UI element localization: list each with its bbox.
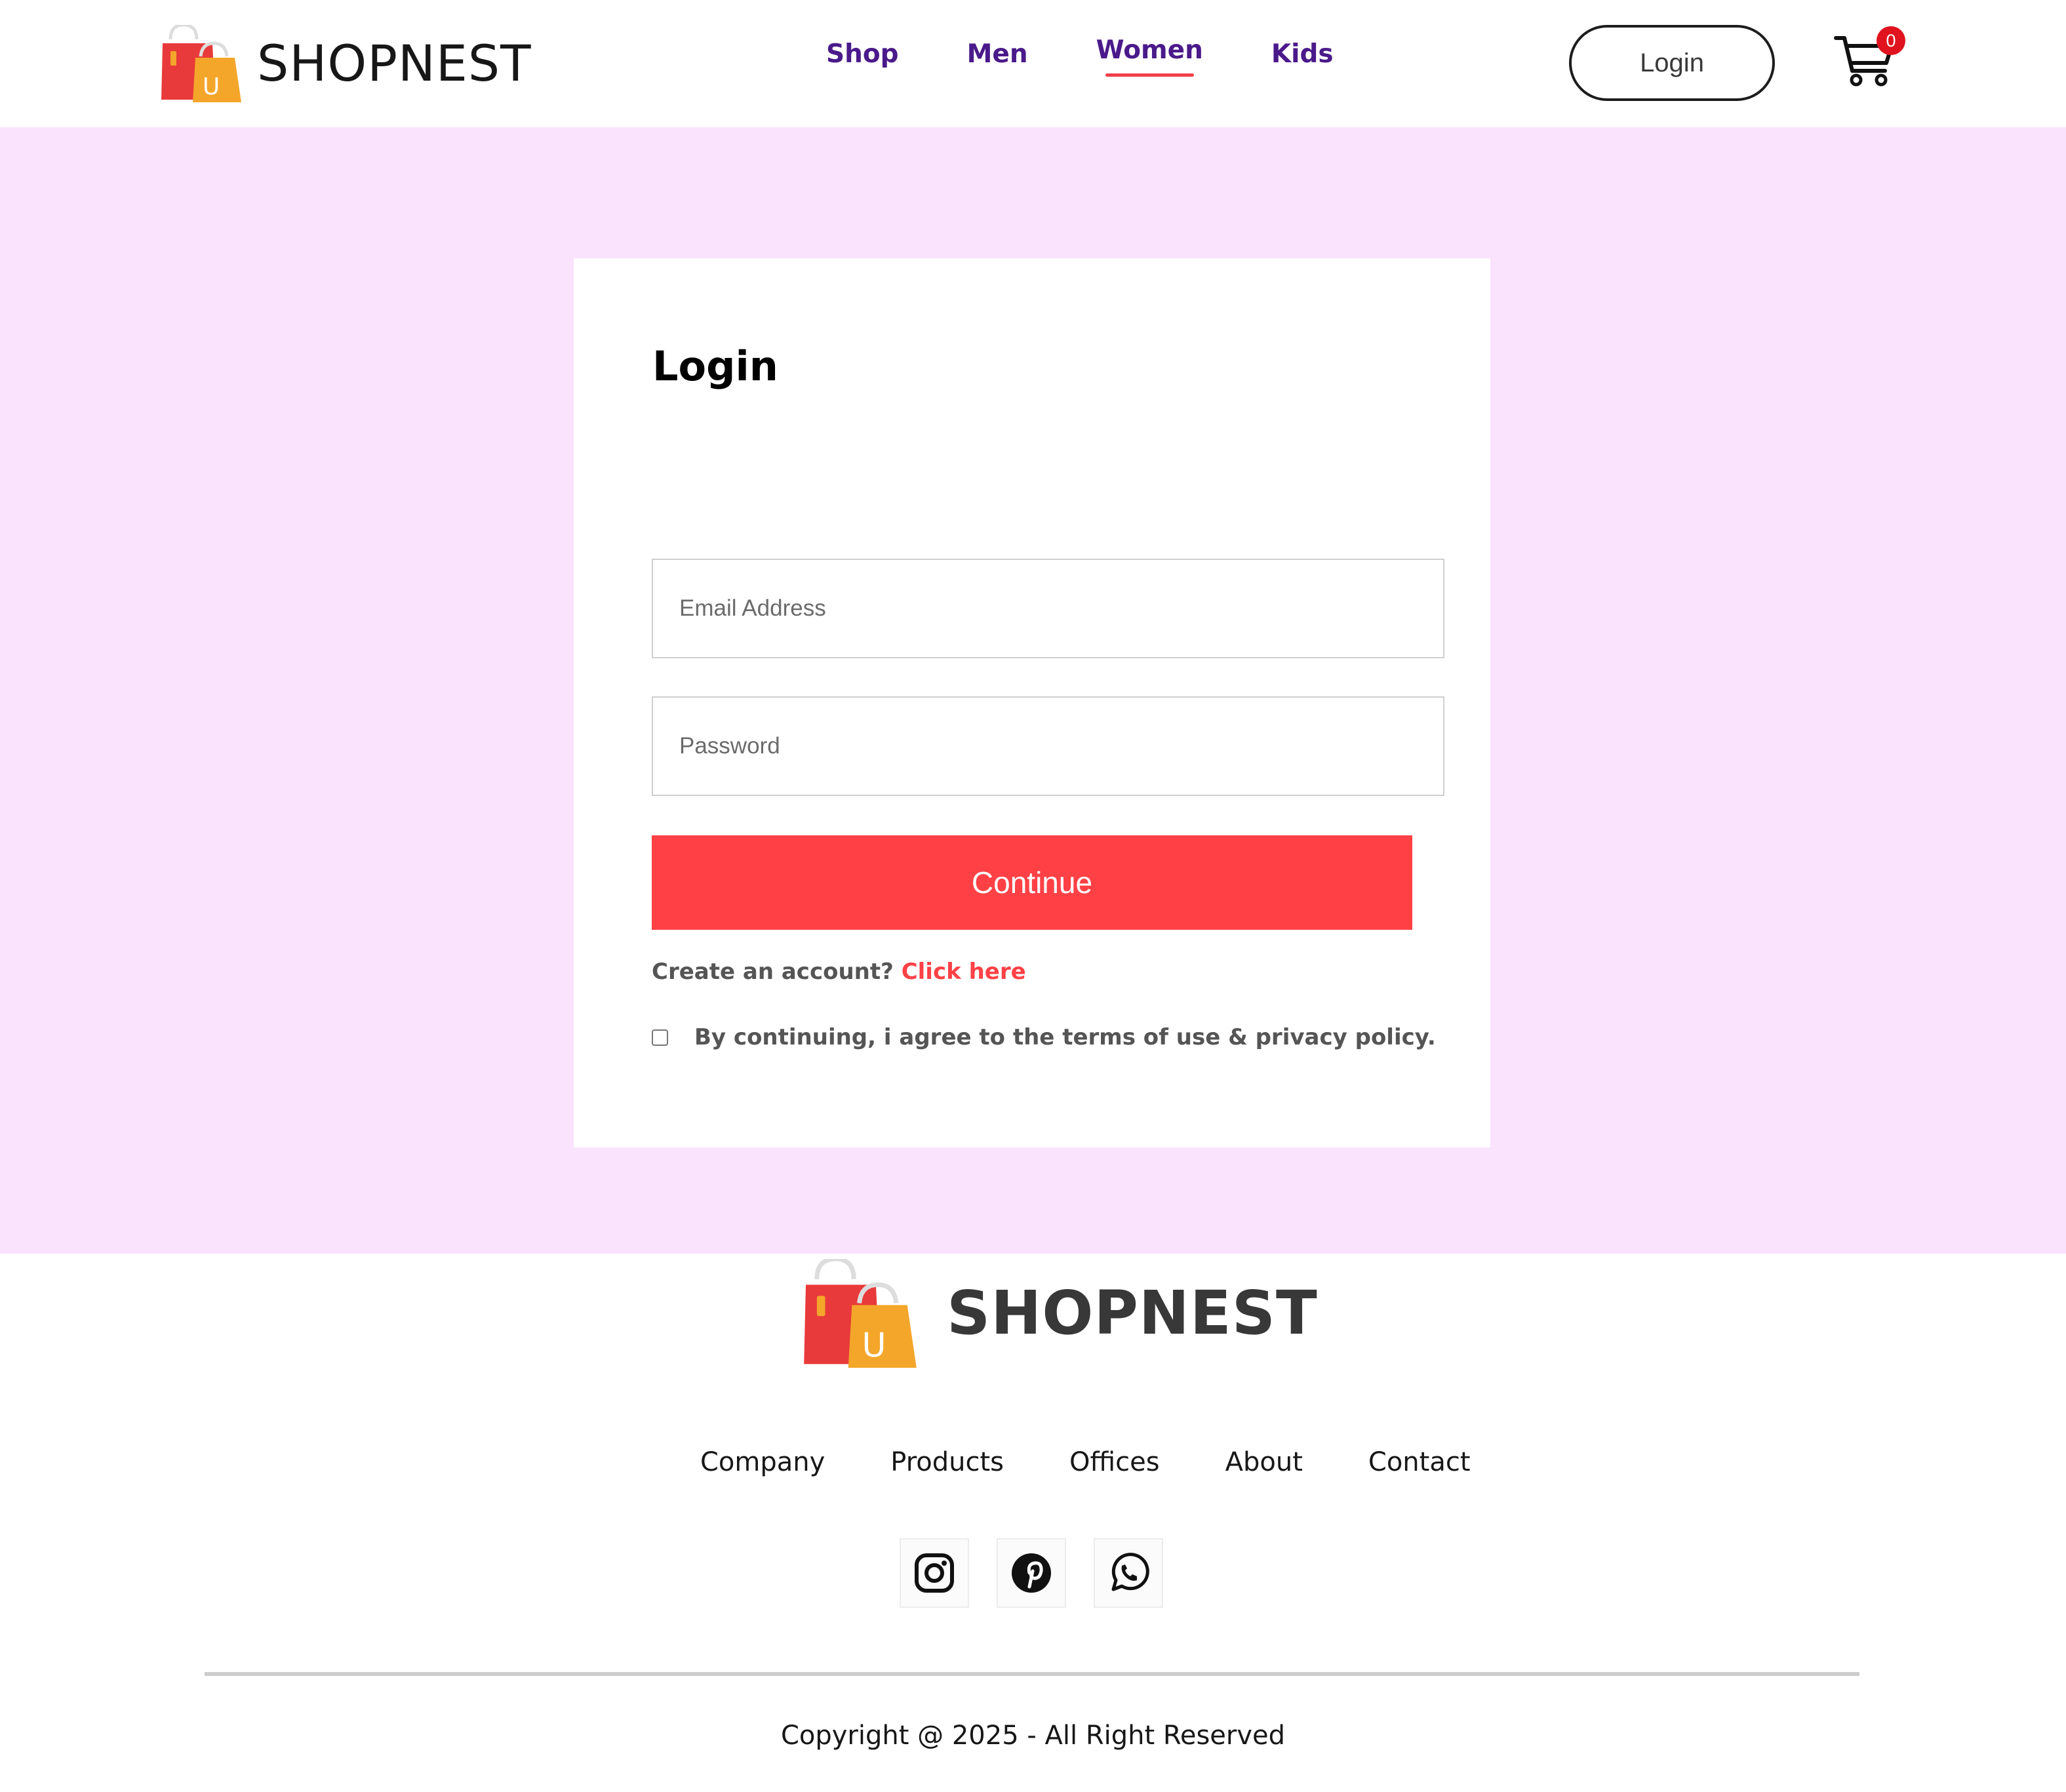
email-field[interactable] [652, 559, 1444, 658]
footer-brand-name: SHOPNEST [947, 1278, 1318, 1348]
copyright-text: Copyright @ 2025 - All Right Reserved [780, 1721, 1286, 1751]
cart-count-badge: 0 [1877, 26, 1905, 55]
footer-link-offices[interactable]: Offices [1069, 1446, 1160, 1478]
continue-button[interactable]: Continue [652, 835, 1412, 930]
instagram-link[interactable] [900, 1538, 969, 1608]
login-title: Login [652, 342, 778, 390]
footer-link-products[interactable]: Products [890, 1446, 1004, 1478]
site-header: U SHOPNEST Shop Men Women Kids Login 0 [0, 0, 2066, 127]
social-links [900, 1538, 1163, 1608]
shopping-bag-logo-icon: U [804, 1259, 917, 1368]
main-nav: Shop Men Women Kids [826, 35, 1402, 81]
footer-links: Company Products Offices About Contact [700, 1446, 1471, 1478]
shopping-bag-logo-icon: U [161, 25, 241, 102]
signup-prompt: Create an account? [652, 959, 894, 985]
site-footer: U SHOPNEST Company Products Offices Abou… [0, 1254, 2066, 1792]
nav-item-kids[interactable]: Kids [1271, 39, 1334, 81]
login-card: Login Continue Create an account? Click … [574, 258, 1490, 1147]
svg-text:U: U [203, 73, 220, 100]
nav-item-shop[interactable]: Shop [826, 39, 899, 81]
pinterest-icon [1012, 1553, 1051, 1593]
header-login-button[interactable]: Login [1569, 25, 1775, 101]
instagram-icon [915, 1553, 954, 1593]
brand-logo-link[interactable]: U SHOPNEST [161, 25, 532, 102]
whatsapp-icon [1111, 1553, 1149, 1591]
footer-link-about[interactable]: About [1225, 1446, 1303, 1478]
brand-name: SHOPNEST [257, 34, 532, 92]
password-field[interactable] [652, 696, 1444, 796]
footer-link-contact[interactable]: Contact [1368, 1446, 1471, 1478]
pinterest-link[interactable] [997, 1538, 1066, 1608]
footer-link-company[interactable]: Company [700, 1446, 825, 1478]
terms-checkbox[interactable] [652, 1029, 668, 1046]
nav-item-men[interactable]: Men [967, 39, 1028, 81]
terms-agreement-row: By continuing, i agree to the terms of u… [652, 1024, 1436, 1050]
terms-agreement-text: By continuing, i agree to the terms of u… [694, 1024, 1436, 1050]
svg-text:U: U [862, 1326, 886, 1364]
whatsapp-link[interactable] [1094, 1538, 1163, 1608]
signup-prompt-row: Create an account? Click here [652, 959, 1026, 985]
nav-item-women[interactable]: Women [1096, 35, 1203, 77]
footer-divider [205, 1672, 1859, 1676]
signup-link[interactable]: Click here [902, 959, 1026, 985]
login-section: Login Continue Create an account? Click … [0, 127, 2066, 1254]
footer-brand: U SHOPNEST [804, 1259, 1318, 1368]
